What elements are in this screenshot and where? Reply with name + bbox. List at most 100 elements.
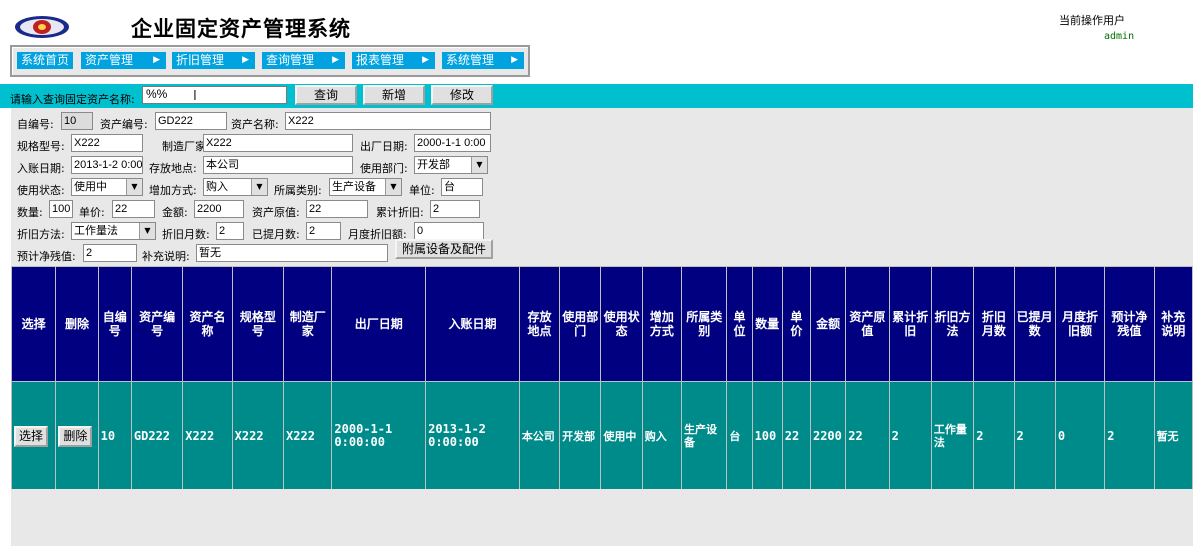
amount-field[interactable]: 2200	[194, 200, 244, 218]
edit-button[interactable]: 修改	[431, 85, 493, 105]
factory-date-field[interactable]: 2000-1-1 0:00	[414, 134, 491, 152]
cell-id: 10	[97, 381, 132, 491]
status-value: 使用中	[74, 180, 107, 193]
maker-field[interactable]: X222	[203, 134, 353, 152]
col-header: 使用部门	[559, 266, 602, 382]
status-select[interactable]: 使用中 ▼	[71, 178, 143, 196]
add-button[interactable]: 新增	[363, 85, 425, 105]
row-select-button[interactable]: 选择	[14, 425, 49, 447]
menu-home[interactable]: 系统首页	[17, 52, 73, 69]
col-header: 补充说明	[1153, 266, 1194, 382]
original-field[interactable]: 22	[306, 200, 368, 218]
price-label: 单价:	[79, 206, 105, 219]
qty-field[interactable]: 100	[49, 200, 73, 218]
current-user-label: 当前操作用户	[1059, 14, 1125, 27]
row-delete-button[interactable]: 删除	[58, 425, 93, 447]
unit-label: 单位:	[409, 184, 435, 197]
unit-field[interactable]: 台	[441, 178, 483, 196]
col-header: 单价	[781, 266, 811, 382]
cell-note: 暂无	[1153, 381, 1194, 491]
accessory-button[interactable]: 附属设备及配件	[395, 239, 493, 259]
col-header: 入账日期	[425, 266, 520, 382]
col-header: 出厂日期	[331, 266, 427, 382]
chevron-right-icon: ▶	[511, 55, 518, 65]
query-button[interactable]: 查询	[295, 85, 357, 105]
dropdown-arrow-icon: ▼	[126, 179, 142, 195]
category-select[interactable]: 生产设备 ▼	[329, 178, 402, 196]
cell-factory-date: 2000-1-1 0:00:00	[331, 381, 427, 491]
col-header: 删除	[55, 266, 99, 382]
col-header: 金额	[809, 266, 847, 382]
code-field[interactable]: GD222	[155, 112, 227, 130]
chevron-right-icon: ▶	[153, 55, 160, 65]
cell-spec: X222	[231, 381, 285, 491]
entry-date-label: 入账日期:	[17, 162, 65, 175]
cell-add-method: 购入	[641, 381, 683, 491]
cell-original: 22	[845, 381, 890, 491]
spec-field[interactable]: X222	[71, 134, 143, 152]
col-header: 自编号	[97, 266, 132, 382]
monthly-field[interactable]: 0	[414, 222, 484, 240]
amount-label: 金额:	[162, 206, 188, 219]
cell-amount: 2200	[809, 381, 847, 491]
app-title: 企业固定资产管理系统	[131, 17, 351, 41]
search-input[interactable]: %%	[142, 86, 287, 104]
asset-table: 选择 删除 自编号 资产编号 资产名称 规格型号 制造厂家 出厂日期 入账日期 …	[10, 266, 1194, 491]
method-select[interactable]: 工作量法 ▼	[71, 222, 156, 240]
used-months-label: 已提月数:	[252, 228, 300, 241]
col-header: 规格型号	[231, 266, 285, 382]
category-value: 生产设备	[332, 180, 376, 193]
cell-unit: 台	[726, 381, 753, 491]
spec-label: 规格型号:	[17, 140, 65, 153]
table-header-row: 选择 删除 自编号 资产编号 资产名称 规格型号 制造厂家 出厂日期 入账日期 …	[10, 266, 1194, 382]
col-header: 已提月数	[1013, 266, 1056, 382]
table-footer-area	[11, 489, 1193, 546]
price-field[interactable]: 22	[112, 200, 155, 218]
chevron-right-icon: ▶	[242, 55, 249, 65]
months-field[interactable]: 2	[216, 222, 244, 240]
cell-name: X222	[182, 381, 233, 491]
id-label: 自编号:	[17, 118, 54, 131]
menu-label: 资产管理	[85, 53, 134, 67]
col-header: 制造厂家	[283, 266, 333, 382]
cell-price: 22	[781, 381, 811, 491]
dropdown-arrow-icon: ▼	[385, 179, 401, 195]
menu-query-mgmt[interactable]: 查询管理 ▶	[262, 52, 345, 69]
residual-field[interactable]: 2	[83, 244, 137, 262]
used-months-field[interactable]: 2	[306, 222, 341, 240]
menu-depreciation-mgmt[interactable]: 折旧管理 ▶	[172, 52, 255, 69]
add-method-value: 购入	[206, 180, 228, 193]
name-label: 资产名称:	[231, 118, 279, 131]
id-field: 10	[61, 112, 93, 130]
accum-label: 累计折旧:	[376, 206, 424, 219]
cell-qty: 100	[751, 381, 783, 491]
search-label: 请输入查询固定资产名称:	[10, 93, 135, 106]
col-header: 折旧方法	[930, 266, 975, 382]
category-label: 所属类别:	[274, 184, 322, 197]
status-label: 使用状态:	[17, 184, 65, 197]
col-header: 累计折旧	[888, 266, 932, 382]
method-value: 工作量法	[74, 224, 118, 237]
dropdown-arrow-icon: ▼	[139, 223, 155, 239]
factory-date-label: 出厂日期:	[360, 140, 408, 153]
col-header: 资产名称	[182, 266, 233, 382]
menu-system-mgmt[interactable]: 系统管理 ▶	[442, 52, 524, 69]
entry-date-field[interactable]: 2013-1-2 0:00	[71, 156, 143, 174]
note-field[interactable]: 暂无	[196, 244, 388, 262]
col-header: 选择	[10, 266, 57, 382]
location-field[interactable]: 本公司	[203, 156, 353, 174]
cell-accum: 2	[888, 381, 932, 491]
qty-label: 数量:	[17, 206, 43, 219]
cell-months: 2	[973, 381, 1015, 491]
chevron-right-icon: ▶	[332, 55, 339, 65]
menu-asset-mgmt[interactable]: 资产管理 ▶	[81, 52, 166, 69]
menu-report-mgmt[interactable]: 报表管理 ▶	[352, 52, 435, 69]
name-field[interactable]: X222	[285, 112, 491, 130]
location-label: 存放地点:	[149, 162, 197, 175]
table-row: 选择 删除 10 GD222 X222 X222 X222 2000-1-1 0…	[10, 381, 1194, 491]
add-method-select[interactable]: 购入 ▼	[203, 178, 268, 196]
dept-select[interactable]: 开发部 ▼	[414, 156, 488, 174]
col-header: 增加方式	[641, 266, 683, 382]
col-header: 预计净残值	[1104, 266, 1155, 382]
accum-field[interactable]: 2	[430, 200, 480, 218]
